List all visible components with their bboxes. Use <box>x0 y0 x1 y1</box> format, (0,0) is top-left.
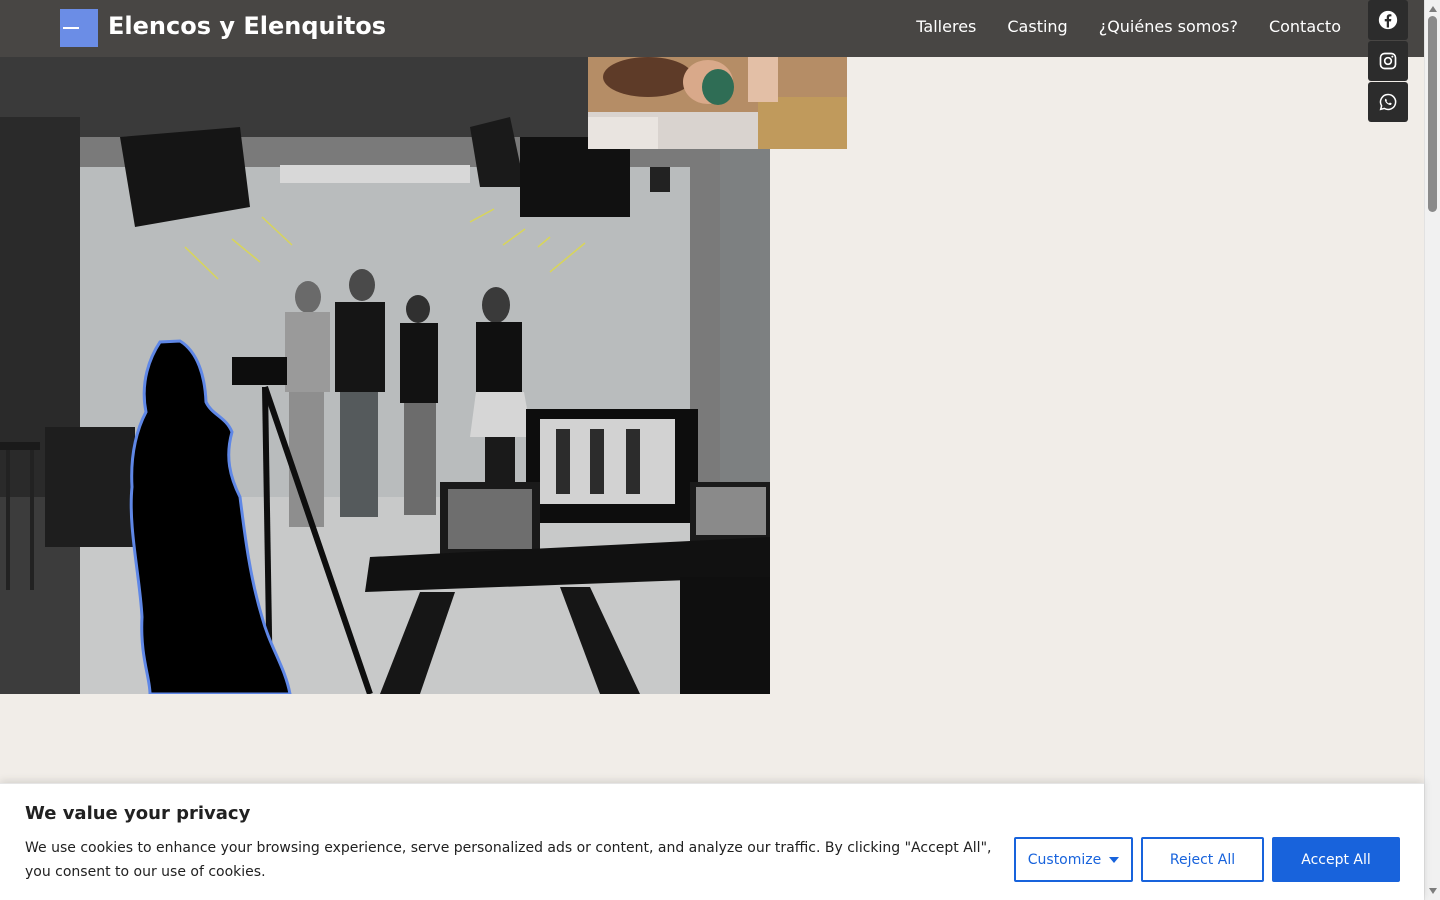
cookie-text: We use cookies to enhance your browsing … <box>25 840 992 880</box>
site-header: Elencos y Elenquitos Talleres Casting ¿Q… <box>0 0 1424 57</box>
whatsapp-button[interactable] <box>1368 82 1408 122</box>
facebook-icon <box>1378 10 1398 30</box>
inset-photo-graphic <box>588 57 847 149</box>
inset-photo <box>588 57 847 149</box>
studio-photo <box>0 57 770 694</box>
nav-talleres[interactable]: Talleres <box>916 17 976 36</box>
social-links <box>1368 0 1408 122</box>
scroll-up-icon[interactable] <box>1429 6 1437 12</box>
customize-button[interactable]: Customize <box>1014 837 1133 882</box>
menu-toggle-button[interactable] <box>60 9 98 47</box>
main-nav: Talleres Casting ¿Quiénes somos? Contact… <box>916 17 1341 36</box>
site-title[interactable]: Elencos y Elenquitos <box>108 12 386 40</box>
nav-contacto[interactable]: Contacto <box>1269 17 1341 36</box>
cookie-banner: We value your privacy We use cookies to … <box>0 783 1424 900</box>
nav-casting[interactable]: Casting <box>1007 17 1067 36</box>
customize-label: Customize <box>1027 851 1102 868</box>
hero-image <box>0 57 770 694</box>
cookie-actions: Customize Reject All Accept All <box>1014 837 1400 882</box>
scrollbar-thumb[interactable] <box>1428 16 1437 212</box>
nav-quienes-somos[interactable]: ¿Quiénes somos? <box>1099 17 1238 36</box>
scroll-down-icon[interactable] <box>1429 888 1437 894</box>
facebook-button[interactable] <box>1368 0 1408 40</box>
caret-down-icon <box>1109 856 1120 863</box>
reject-all-button[interactable]: Reject All <box>1141 837 1264 882</box>
page-scrollbar[interactable] <box>1424 0 1440 900</box>
accept-all-button[interactable]: Accept All <box>1272 837 1400 882</box>
whatsapp-icon <box>1379 93 1397 111</box>
instagram-icon <box>1379 52 1397 70</box>
cookie-title: We value your privacy <box>25 803 251 824</box>
menu-icon <box>63 27 79 29</box>
instagram-button[interactable] <box>1368 41 1408 81</box>
